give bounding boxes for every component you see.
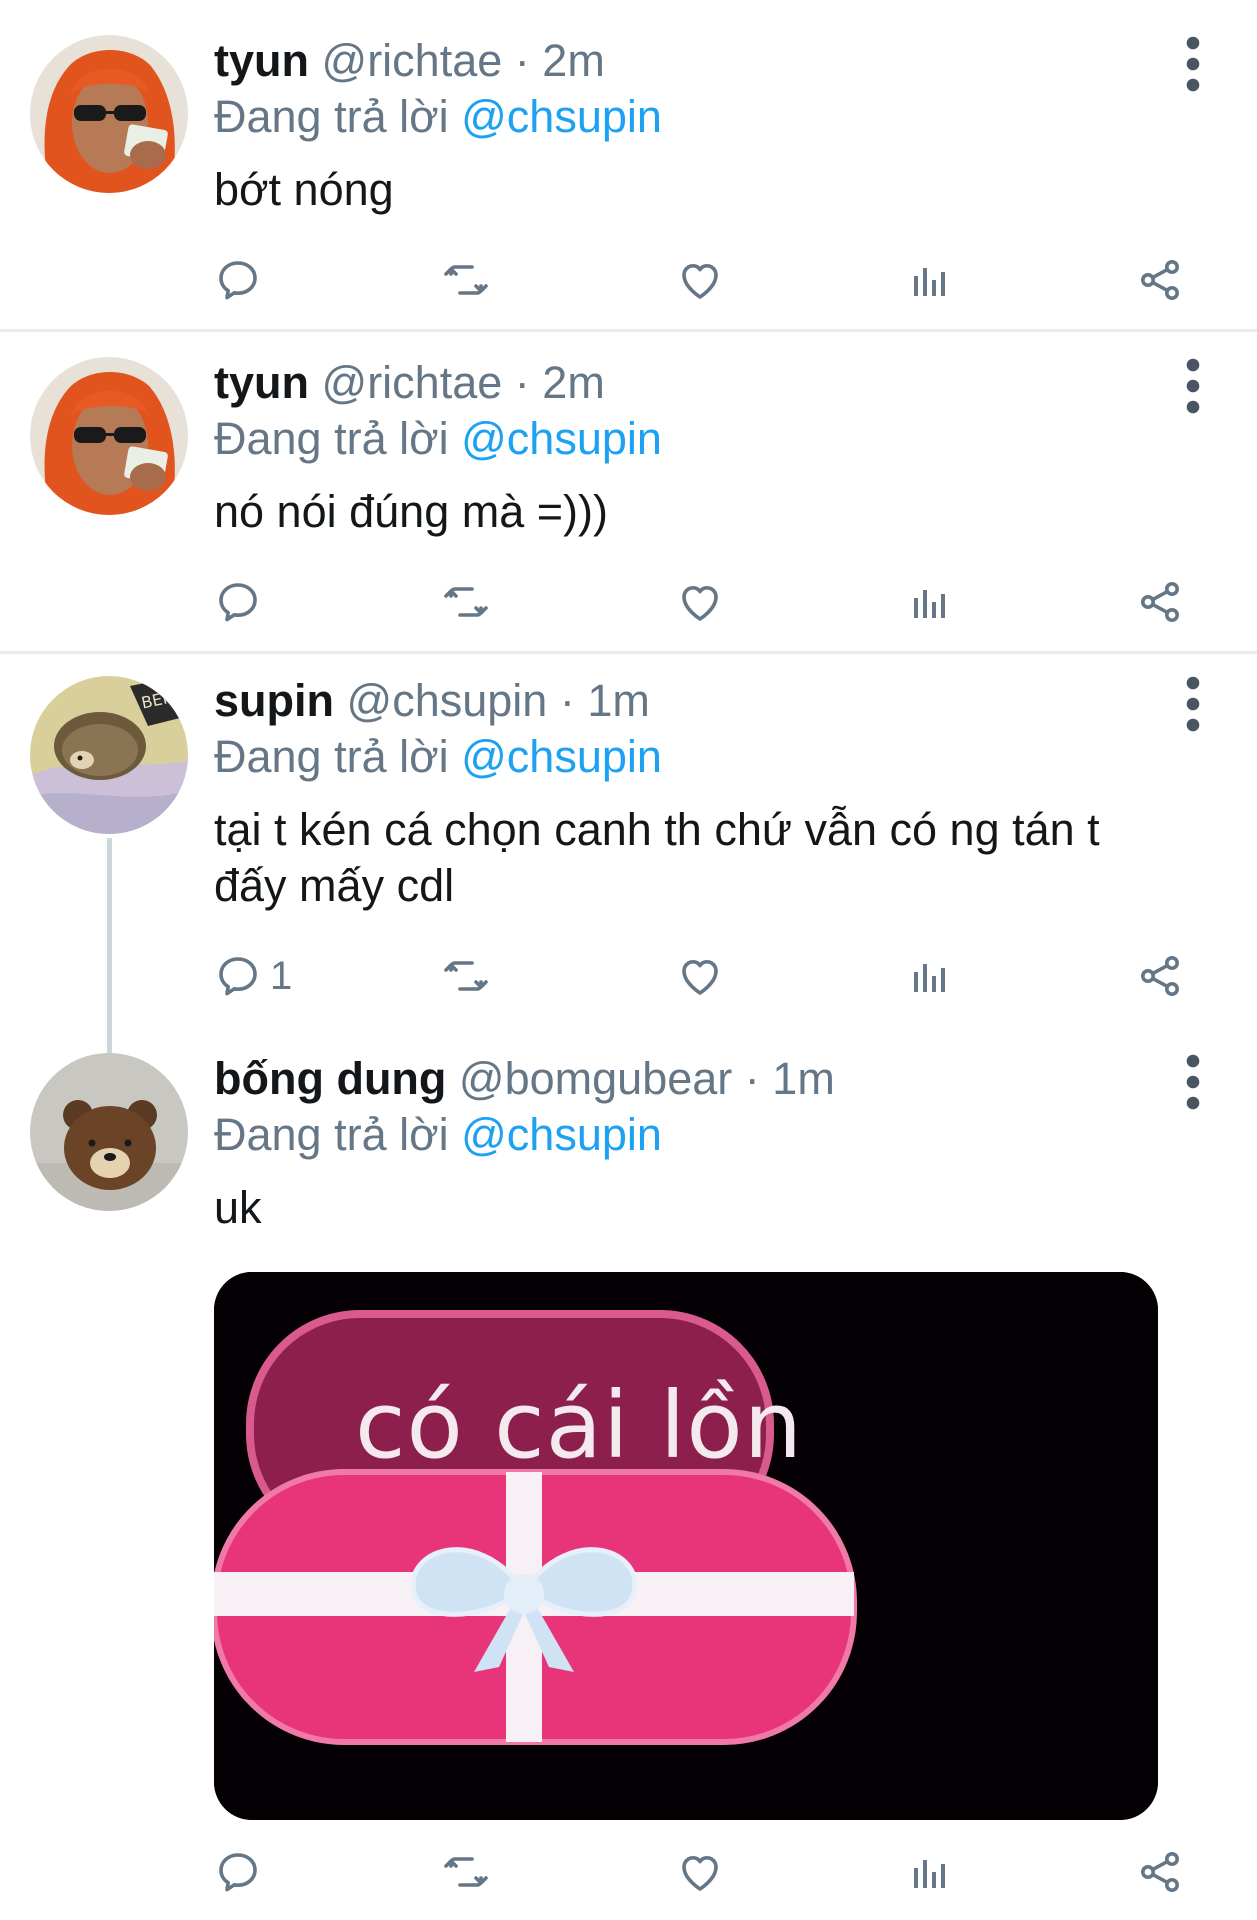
retweet-icon	[442, 1848, 490, 1896]
like-button[interactable]	[676, 946, 724, 1006]
avatar-image: BER	[30, 676, 188, 834]
reply-button[interactable]: 1	[214, 946, 292, 1006]
user-handle[interactable]: @richtae	[322, 357, 503, 408]
tweet-text: uk	[214, 1182, 262, 1233]
share-button[interactable]	[1136, 946, 1184, 1006]
separator-dot: ·	[559, 675, 575, 726]
separator-dot: ·	[514, 35, 530, 86]
retweet-icon	[442, 952, 490, 1000]
mention-link[interactable]: @chsupin	[461, 413, 662, 464]
reply-context: Đang trả lời @chsupin	[214, 412, 662, 466]
tweet-actions	[214, 572, 1204, 632]
gift-box-illustration	[214, 1272, 1158, 1820]
tweet-text: bớt nóng	[214, 164, 394, 215]
reply-button[interactable]	[214, 1842, 270, 1902]
reply-prefix: Đang trả lời	[214, 1109, 449, 1160]
display-name[interactable]: tyun	[214, 35, 309, 86]
avatar-image	[30, 357, 188, 515]
retweet-button[interactable]	[442, 946, 490, 1006]
reply-button[interactable]	[214, 250, 270, 310]
display-name[interactable]: bống dung	[214, 1053, 446, 1104]
share-icon	[1136, 578, 1184, 626]
avatar[interactable]	[30, 357, 188, 515]
heart-icon	[676, 256, 724, 304]
reply-icon	[214, 952, 262, 1000]
analytics-button[interactable]	[906, 572, 954, 632]
avatar[interactable]	[30, 1053, 188, 1211]
retweet-icon	[442, 256, 490, 304]
user-handle[interactable]: @bomgubear	[459, 1053, 732, 1104]
reply-button[interactable]	[214, 572, 270, 632]
separator-dot: ·	[514, 357, 530, 408]
tweet-actions: 1	[214, 946, 1204, 1006]
like-button[interactable]	[676, 1842, 724, 1902]
tweet-actions	[214, 1842, 1204, 1902]
tweet[interactable]: tyun @richtae · 2m Đang trả lời @chsupin…	[0, 0, 1257, 329]
heart-icon	[676, 952, 724, 1000]
share-button[interactable]	[1136, 572, 1184, 632]
tweet[interactable]: tyun @richtae · 2m Đang trả lời @chsupin…	[0, 332, 1257, 651]
reply-context: Đang trả lời @chsupin	[214, 90, 662, 144]
retweet-button[interactable]	[442, 250, 490, 310]
tweet-media-image[interactable]: có cái lồn	[214, 1272, 1158, 1820]
reply-context: Đang trả lời @chsupin	[214, 1108, 662, 1162]
share-button[interactable]	[1136, 1842, 1184, 1902]
user-handle[interactable]: @richtae	[322, 35, 503, 86]
share-icon	[1136, 1848, 1184, 1896]
reply-icon	[214, 256, 262, 304]
display-name[interactable]: tyun	[214, 357, 309, 408]
more-vertical-icon[interactable]	[1178, 674, 1208, 734]
avatar[interactable]: BER	[30, 676, 188, 834]
retweet-icon	[442, 578, 490, 626]
retweet-button[interactable]	[442, 572, 490, 632]
analytics-icon	[906, 578, 954, 626]
heart-icon	[676, 1848, 724, 1896]
tweet-header: bống dung @bomgubear · 1m	[214, 1052, 835, 1106]
analytics-button[interactable]	[906, 1842, 954, 1902]
tweet-header: supin @chsupin · 1m	[214, 674, 650, 728]
display-name[interactable]: supin	[214, 675, 334, 726]
like-button[interactable]	[676, 572, 724, 632]
timestamp[interactable]: 2m	[542, 35, 605, 86]
reply-count: 1	[270, 953, 293, 998]
mention-link[interactable]: @chsupin	[461, 91, 662, 142]
avatar[interactable]	[30, 35, 188, 193]
analytics-icon	[906, 1848, 954, 1896]
timestamp[interactable]: 1m	[587, 675, 650, 726]
mention-link[interactable]: @chsupin	[461, 1109, 662, 1160]
tweet-text: tại t kén cá chọn canh th chứ vẫn có ng …	[214, 804, 1100, 911]
tweet-actions	[214, 250, 1204, 310]
reply-prefix: Đang trả lời	[214, 91, 449, 142]
share-icon	[1136, 952, 1184, 1000]
tweet[interactable]: BER supin @chsupin · 1m Đang trả lời @ch…	[0, 654, 1257, 1038]
reply-icon	[214, 1848, 262, 1896]
analytics-button[interactable]	[906, 946, 954, 1006]
reply-icon	[214, 578, 262, 626]
more-vertical-icon[interactable]	[1178, 356, 1208, 416]
more-vertical-icon[interactable]	[1178, 1052, 1208, 1112]
more-vertical-icon[interactable]	[1178, 34, 1208, 94]
separator-dot: ·	[744, 1053, 760, 1104]
tweet-header: tyun @richtae · 2m	[214, 356, 605, 410]
mention-link[interactable]: @chsupin	[461, 731, 662, 782]
reply-prefix: Đang trả lời	[214, 413, 449, 464]
avatar-image	[30, 1053, 188, 1211]
share-button[interactable]	[1136, 250, 1184, 310]
heart-icon	[676, 578, 724, 626]
analytics-icon	[906, 256, 954, 304]
timestamp[interactable]: 1m	[772, 1053, 835, 1104]
reply-context: Đang trả lời @chsupin	[214, 730, 662, 784]
avatar-image	[30, 35, 188, 193]
user-handle[interactable]: @chsupin	[347, 675, 548, 726]
share-icon	[1136, 256, 1184, 304]
like-button[interactable]	[676, 250, 724, 310]
analytics-button[interactable]	[906, 250, 954, 310]
analytics-icon	[906, 952, 954, 1000]
retweet-button[interactable]	[442, 1842, 490, 1902]
media-caption-text: có cái lồn	[354, 1372, 804, 1479]
tweet-text: nó nói đúng mà =)))	[214, 486, 608, 537]
reply-prefix: Đang trả lời	[214, 731, 449, 782]
tweet-header: tyun @richtae · 2m	[214, 34, 605, 88]
timestamp[interactable]: 2m	[542, 357, 605, 408]
